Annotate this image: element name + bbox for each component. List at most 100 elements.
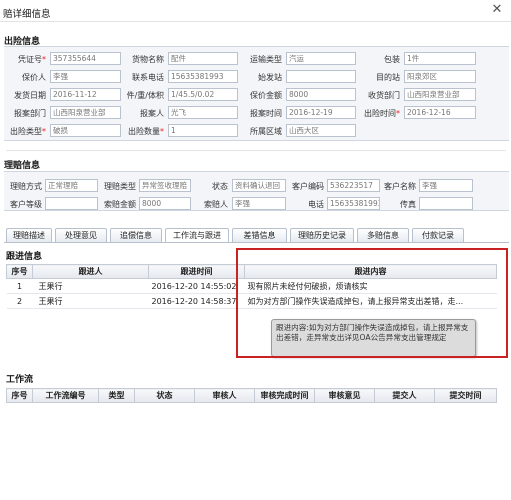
claim-section-title: 理赔信息 xyxy=(4,161,41,171)
origin-field[interactable] xyxy=(286,70,356,83)
pieces-weight-volume-field[interactable]: 1/45.5/0.02 xyxy=(168,88,238,101)
incident-qty-label: 出险数量* xyxy=(128,127,164,136)
receiving-dept-label: 收货部门 xyxy=(368,91,400,100)
col-header-review-opinion[interactable]: 审核意见 xyxy=(314,388,375,403)
claim-type-field[interactable]: 异常签收理赔 xyxy=(139,179,191,192)
tab-error-info[interactable]: 差错信息 xyxy=(232,228,287,243)
content-tooltip: 跟进内容:如为对方部门操作失误造成掉包，请上报异常支出差错，走异常支出详见OA公… xyxy=(271,319,476,357)
col-header-submit-time[interactable]: 提交时间 xyxy=(434,388,497,403)
region-label: 所属区域 xyxy=(250,127,282,136)
section-divider xyxy=(6,150,506,151)
col-header-no[interactable]: 序号 xyxy=(6,264,33,279)
tab-workflow-followup[interactable]: 工作流与跟进 xyxy=(165,228,229,243)
ship-date-label: 发货日期 xyxy=(14,91,46,100)
customer-code-label: 客户编码 xyxy=(292,182,324,191)
followup-header-row: 序号 跟进人 跟进时间 跟进内容 xyxy=(6,264,497,279)
goods-name-label: 货物名称 xyxy=(132,55,164,64)
phone-field[interactable]: 15635381993 xyxy=(327,197,380,210)
receiving-dept-field[interactable]: 山西阳泉营业部 xyxy=(404,88,476,101)
phone-label: 电话 xyxy=(308,200,324,209)
destination-field[interactable]: 阳泉郊区 xyxy=(404,70,476,83)
detail-tabs: 理赔描述 处理意见 追偿信息 工作流与跟进 差错信息 理赔历史记录 多赔信息 付… xyxy=(4,228,509,243)
ship-date-field[interactable]: 2016-11-12 xyxy=(50,88,121,101)
row-person: 王果行 xyxy=(32,278,149,294)
customer-level-field[interactable] xyxy=(45,197,98,210)
col-header-review-time[interactable]: 审核完成时间 xyxy=(254,388,315,403)
status-label: 状态 xyxy=(212,182,228,191)
tab-claim-description[interactable]: 理赔描述 xyxy=(6,228,52,243)
tab-multi-claim-info[interactable]: 多赔信息 xyxy=(357,228,409,243)
col-header-reviewer[interactable]: 审核人 xyxy=(194,388,255,403)
followup-section-title: 跟进信息 xyxy=(6,252,43,262)
report-time-label: 报案时间 xyxy=(250,109,282,118)
row-no: 2 xyxy=(6,293,33,309)
report-time-field[interactable]: 2016-12-19 xyxy=(286,106,356,119)
workflow-section-title: 工作流 xyxy=(6,375,34,385)
tab-claim-history[interactable]: 理赔历史记录 xyxy=(290,228,354,243)
voucher-no-label: 凭证号* xyxy=(18,55,46,64)
fax-label: 传真 xyxy=(400,200,416,209)
col-header-person[interactable]: 跟进人 xyxy=(32,264,149,279)
customer-code-field[interactable]: 536223517 xyxy=(327,179,380,192)
row-time: 2016-12-20 14:58:37 xyxy=(148,293,245,309)
pieces-weight-volume-label: 件/重/体积 xyxy=(126,91,164,100)
row-no: 1 xyxy=(6,278,33,294)
fax-field[interactable] xyxy=(419,197,473,210)
claimant-label: 索赔人 xyxy=(204,200,228,209)
close-icon[interactable]: ✕ xyxy=(489,2,505,18)
status-field[interactable]: 资料确认退回 xyxy=(232,179,286,192)
workflow-table: 序号 工作流编号 类型 状态 审核人 审核完成时间 审核意见 提交人 提交时间 xyxy=(6,388,497,403)
tab-recovery-info[interactable]: 追偿信息 xyxy=(110,228,162,243)
goods-name-field[interactable]: 配件 xyxy=(168,52,238,65)
window-title: 赔详细信息 xyxy=(3,9,51,20)
tab-payment-records[interactable]: 付款记录 xyxy=(412,228,464,243)
followup-table: 序号 跟进人 跟进时间 跟进内容 1 王果行 2016-12-20 14:55:… xyxy=(6,264,497,309)
claim-amount-field[interactable]: 8000 xyxy=(139,197,191,210)
claim-method-field[interactable]: 正常理赔 xyxy=(45,179,98,192)
contact-phone-field[interactable]: 15635381993 xyxy=(168,70,238,83)
customer-name-label: 客户名称 xyxy=(384,182,416,191)
transport-type-field[interactable]: 汽运 xyxy=(286,52,356,65)
table-row[interactable]: 1 王果行 2016-12-20 14:55:02 现有照片未经付何破损，烦请核… xyxy=(6,278,497,294)
row-time: 2016-12-20 14:55:02 xyxy=(148,278,245,294)
package-label: 包装 xyxy=(384,55,400,64)
row-person: 王果行 xyxy=(32,293,149,309)
insured-label: 保价人 xyxy=(22,73,46,82)
incident-time-label: 出险时间* xyxy=(364,109,400,118)
col-header-submitter[interactable]: 提交人 xyxy=(374,388,435,403)
row-content: 现有照片未经付何破损，烦请核实 xyxy=(244,278,497,294)
col-header-status[interactable]: 状态 xyxy=(134,388,195,403)
claimant-field[interactable]: 李强 xyxy=(232,197,286,210)
incident-qty-field[interactable]: 1 xyxy=(168,124,238,137)
region-field[interactable]: 山西大区 xyxy=(286,124,356,137)
row-content: 如为对方部门操作失误造成掉包，请上报异常支出差错，走... xyxy=(244,293,497,309)
contact-phone-label: 联系电话 xyxy=(132,73,164,82)
insured-amount-label: 保价金额 xyxy=(250,91,282,100)
reporter-field[interactable]: 光飞 xyxy=(168,106,238,119)
report-dept-field[interactable]: 山西阳泉营业部 xyxy=(50,106,121,119)
col-header-workflow-no[interactable]: 工作流编号 xyxy=(32,388,99,403)
claim-amount-label: 索赔金额 xyxy=(104,200,136,209)
destination-label: 目的站 xyxy=(376,73,400,82)
voucher-no-field[interactable]: 357355644 xyxy=(50,52,121,65)
table-row[interactable]: 2 王果行 2016-12-20 14:58:37 如为对方部门操作失误造成掉包… xyxy=(6,293,497,309)
col-header-content[interactable]: 跟进内容 xyxy=(244,264,497,279)
incident-type-label: 出险类型* xyxy=(10,127,46,136)
origin-label: 始发站 xyxy=(258,73,282,82)
customer-name-field[interactable]: 李强 xyxy=(419,179,473,192)
claim-method-label: 理赔方式 xyxy=(10,182,42,191)
tab-underline xyxy=(4,242,509,243)
reporter-label: 报案人 xyxy=(140,109,164,118)
workflow-header-row: 序号 工作流编号 类型 状态 审核人 审核完成时间 审核意见 提交人 提交时间 xyxy=(6,388,497,403)
incident-type-field[interactable]: 破损 xyxy=(50,124,121,137)
col-header-time[interactable]: 跟进时间 xyxy=(148,264,245,279)
transport-type-label: 运输类型 xyxy=(250,55,282,64)
package-field[interactable]: 1件 xyxy=(404,52,476,65)
col-header-no[interactable]: 序号 xyxy=(6,388,33,403)
insured-amount-field[interactable]: 8000 xyxy=(286,88,356,101)
incident-time-field[interactable]: 2016-12-16 xyxy=(404,106,476,119)
report-dept-label: 报案部门 xyxy=(14,109,46,118)
tab-handling-opinion[interactable]: 处理意见 xyxy=(55,228,107,243)
col-header-type[interactable]: 类型 xyxy=(98,388,135,403)
insured-field[interactable]: 李强 xyxy=(50,70,121,83)
